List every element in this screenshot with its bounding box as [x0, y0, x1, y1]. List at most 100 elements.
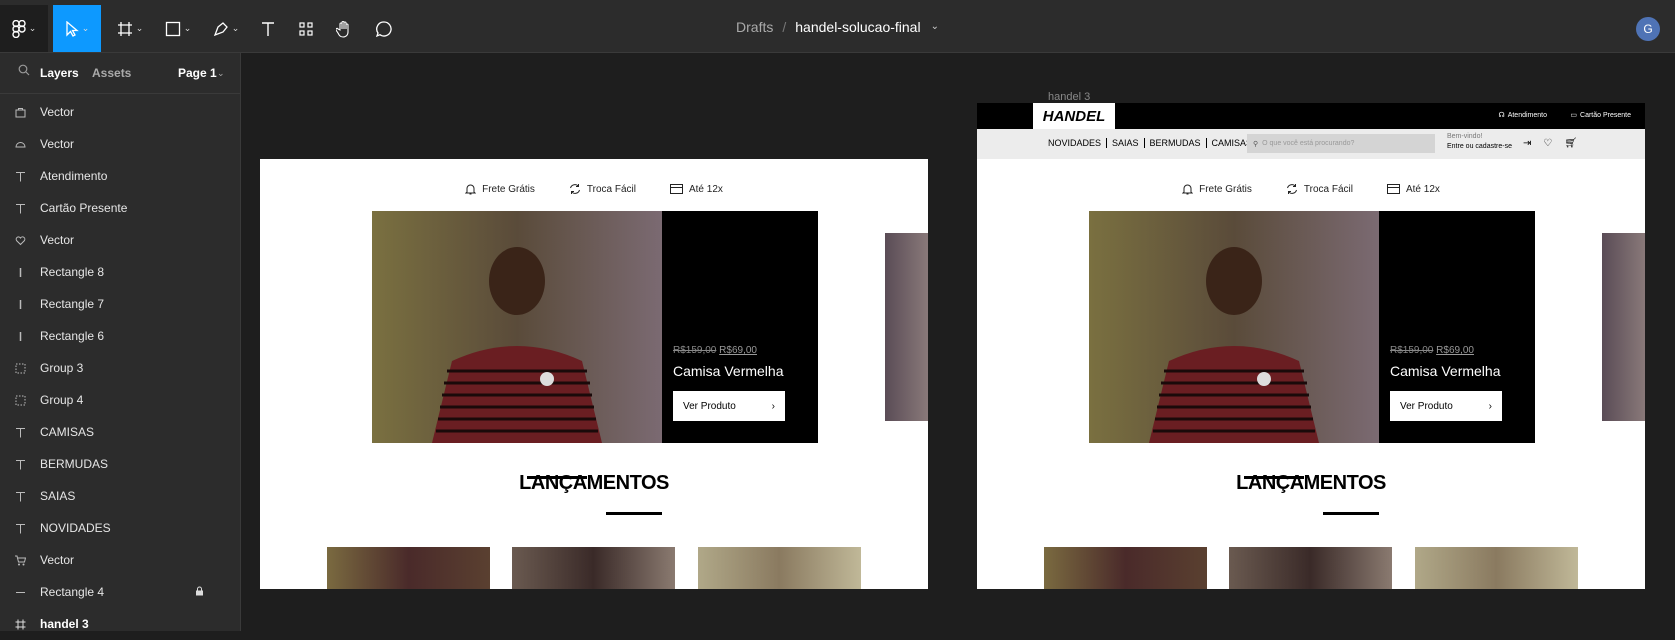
layer-row[interactable]: Group 4 [0, 384, 240, 416]
layer-row[interactable]: handel 3 [0, 608, 240, 640]
layer-row[interactable]: NOVIDADES [0, 512, 240, 544]
heart-icon[interactable]: ♡ [1543, 138, 1552, 149]
text-tool-button[interactable] [252, 5, 284, 52]
frame-tool-button[interactable]: ⌄ [110, 5, 150, 52]
search-placeholder: O que você está procurando? [1262, 140, 1355, 147]
layer-row[interactable]: Vector [0, 544, 240, 576]
layer-row[interactable]: Cartão Presente [0, 192, 240, 224]
product-card[interactable] [327, 547, 490, 589]
layer-name: handel 3 [40, 617, 89, 631]
comment-tool-button[interactable] [368, 5, 400, 52]
layer-row[interactable]: Rectangle 6 [0, 320, 240, 352]
page-content: Frete Grátis Troca Fácil Até 12x R$159,0… [977, 159, 1645, 589]
layer-row[interactable]: Rectangle 8 [0, 256, 240, 288]
components-icon [299, 21, 313, 36]
layer-row[interactable]: Atendimento [0, 160, 240, 192]
layer-row[interactable]: Vector [0, 96, 240, 128]
atendimento-link[interactable]: ☊ Atendimento [1498, 111, 1547, 120]
shape-tool-button[interactable]: ⌄ [158, 5, 198, 52]
chevron-down-icon: ⌄ [183, 23, 192, 33]
features-row: Frete Grátis Troca Fácil Até 12x [260, 183, 928, 195]
vector-icon [0, 139, 40, 150]
layer-row[interactable]: Rectangle 4 [0, 576, 240, 608]
rectangle-icon [0, 299, 40, 310]
resources-button[interactable] [290, 5, 322, 52]
frame-handel-3[interactable]: HANDEL ☊ Atendimento ▭ Cartão Presente NOV… [977, 103, 1645, 589]
site-logo[interactable]: HANDEL [1033, 103, 1115, 129]
carousel-next-slide[interactable] [885, 233, 928, 421]
nav-novidades[interactable]: NOVIDADES [1048, 138, 1101, 148]
layer-name: Cartão Presente [40, 201, 128, 215]
tab-assets[interactable]: Assets [92, 66, 131, 80]
search-input[interactable]: ⚲ O que você está procurando? [1247, 134, 1435, 153]
layer-row[interactable]: Group 3 [0, 352, 240, 384]
chevron-down-icon: ⌄ [81, 23, 90, 33]
feature-label: Até 12x [1405, 183, 1440, 195]
cart-icon[interactable]: 🛒︎ [1564, 138, 1577, 149]
search-icon[interactable] [18, 64, 30, 79]
group-icon [0, 395, 40, 406]
frame-icon [117, 21, 132, 36]
text-icon [0, 459, 40, 470]
feature-item: Frete Grátis [465, 183, 535, 195]
layer-row[interactable]: BERMUDAS [0, 448, 240, 480]
login-link[interactable]: Entre ou cadastre-se [1447, 143, 1512, 150]
tab-layers[interactable]: Layers [40, 66, 79, 80]
main-menu-button[interactable]: ⌄ [0, 5, 48, 52]
feature-label: Frete Grátis [482, 183, 535, 195]
layer-name: Rectangle 8 [40, 265, 105, 279]
file-name[interactable]: handel-solucao-final [795, 19, 920, 35]
feature-item: Troca Fácil [1286, 183, 1353, 195]
pen-tool-button[interactable]: ⌄ [206, 5, 246, 52]
rectangle-icon [0, 331, 40, 342]
chevron-down-icon[interactable]: ⌄ [931, 21, 939, 32]
nav-divider [1106, 138, 1108, 148]
ver-produto-button[interactable]: Ver Produto › [1390, 391, 1502, 421]
chevron-right-icon: › [771, 400, 775, 412]
frame-label[interactable]: handel 3 [1048, 91, 1090, 103]
nav-divider [1205, 138, 1207, 148]
frame-variant-1[interactable]: Frete Grátis Troca Fácil Até 12x R$159,0… [260, 159, 928, 589]
page-selector[interactable]: Page 1 [178, 66, 217, 80]
avatar[interactable]: G [1636, 17, 1660, 41]
layer-name: Group 3 [40, 361, 84, 375]
layer-row[interactable]: Vector [0, 224, 240, 256]
nav-saias[interactable]: SAIAS [1112, 138, 1139, 148]
chevron-down-icon[interactable]: ⌄ [217, 68, 225, 79]
cartao-link[interactable]: ▭ Cartão Presente [1570, 111, 1631, 120]
layer-row[interactable]: Vector [0, 128, 240, 160]
product-card[interactable] [512, 547, 675, 589]
product-card[interactable] [1415, 547, 1578, 589]
feature-label: Até 12x [688, 183, 723, 195]
gift-icon: ▭ [1570, 112, 1578, 119]
layer-row[interactable]: SAIAS [0, 480, 240, 512]
carousel-next-slide[interactable] [1602, 233, 1645, 421]
bell-icon [465, 184, 477, 195]
nav-bermudas[interactable]: BERMUDAS [1150, 138, 1201, 148]
nav-divider [1143, 138, 1145, 148]
text-icon [0, 171, 40, 182]
breadcrumb-folder[interactable]: Drafts [736, 19, 773, 35]
title-bar-bottom [606, 512, 662, 515]
nav-camisas[interactable]: CAMISAS [1212, 138, 1253, 148]
layer-row[interactable]: Rectangle 7 [0, 288, 240, 320]
login-icon[interactable]: ⇥ [1523, 138, 1531, 149]
features-row: Frete Grátis Troca Fácil Até 12x [977, 183, 1645, 195]
heart-icon [0, 235, 40, 246]
feature-item: Troca Fácil [569, 183, 636, 195]
chevron-right-icon: › [1488, 400, 1492, 412]
welcome-text: Bem-vindo! [1447, 133, 1483, 140]
hand-tool-button[interactable] [328, 5, 360, 52]
ver-produto-button[interactable]: Ver Produto › [673, 391, 785, 421]
hand-icon [336, 20, 349, 38]
nav-menu: NOVIDADES SAIAS BERMUDAS CAMISAS [1048, 138, 1252, 148]
move-tool-button[interactable]: ⌄ [53, 5, 101, 52]
chevron-down-icon: ⌄ [28, 23, 37, 33]
product-card[interactable] [1044, 547, 1207, 589]
product-card[interactable] [1229, 547, 1392, 589]
product-card[interactable] [698, 547, 861, 589]
lock-icon[interactable] [195, 586, 204, 599]
cart-icon [0, 555, 40, 566]
layer-row[interactable]: CAMISAS [0, 416, 240, 448]
layer-list: Vector Vector Atendimento Cartão Present… [0, 94, 240, 640]
